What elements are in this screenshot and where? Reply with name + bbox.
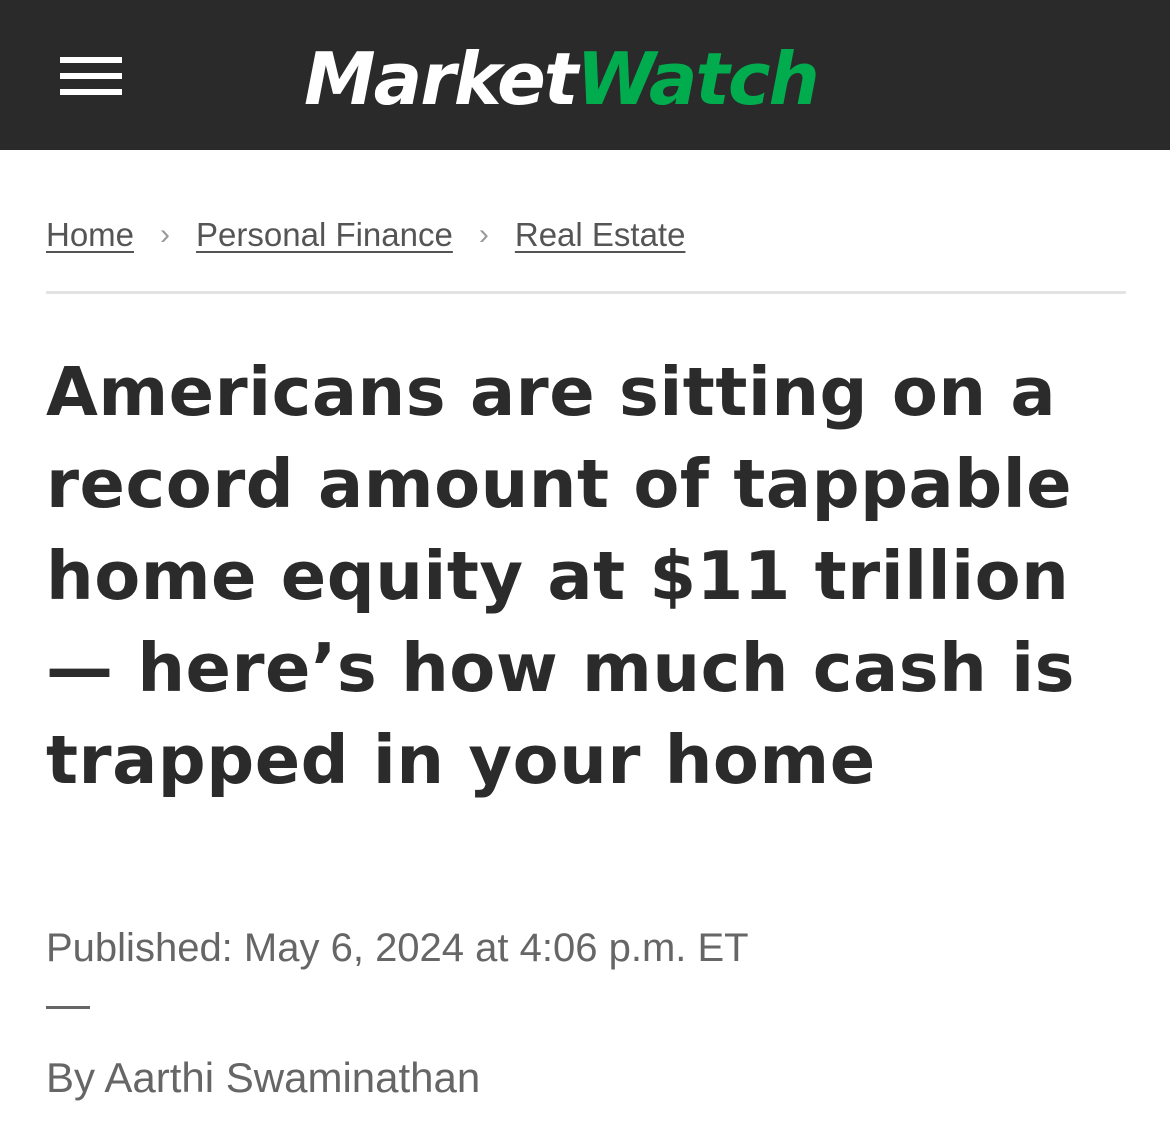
logo-watch-text: Watch	[576, 37, 817, 120]
breadcrumb-personal-finance-link[interactable]: Personal Finance	[196, 216, 453, 254]
article-headline: Americans are sitting on a record amount…	[46, 353, 1075, 799]
published-timestamp: Published: May 6, 2024 at 4:06 p.m. ET	[46, 926, 749, 970]
hamburger-menu-icon[interactable]	[60, 55, 122, 99]
breadcrumb-divider	[46, 291, 1126, 294]
breadcrumb: Home › Personal Finance › Real Estate	[46, 210, 685, 260]
breadcrumb-home-link[interactable]: Home	[46, 216, 134, 254]
breadcrumb-real-estate-link[interactable]: Real Estate	[515, 216, 686, 254]
byline-divider	[46, 1006, 90, 1009]
logo-market-text: Market	[304, 37, 581, 120]
svg-text:MarketWatch: MarketWatch	[304, 37, 818, 120]
site-header: MarketWatch	[0, 0, 1170, 150]
chevron-right-icon: ›	[160, 218, 171, 251]
author-byline: By Aarthi Swaminathan	[46, 1054, 481, 1101]
marketwatch-logo[interactable]: MarketWatch	[300, 28, 875, 120]
chevron-right-icon: ›	[478, 218, 489, 251]
